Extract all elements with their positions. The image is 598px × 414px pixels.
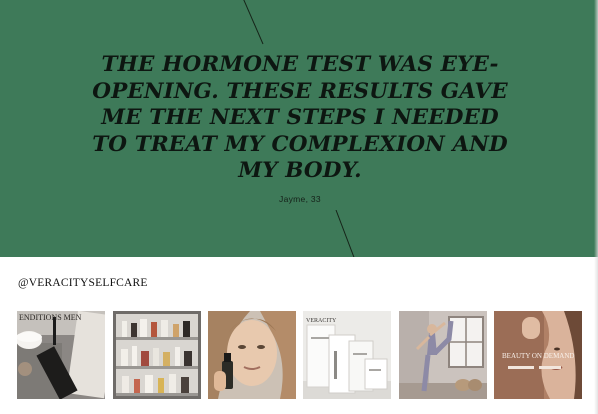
post-image-text: BEAUTY ON DEMAND [502, 352, 574, 360]
instagram-post-bathroom-shelf[interactable] [113, 311, 201, 399]
veracity-page: The hormone test was eye-opening. These … [0, 0, 598, 414]
post-image-text: ENDITIONS MEN [19, 313, 82, 322]
instagram-post-beauty-on-demand[interactable]: BEAUTY ON DEMAND [494, 311, 582, 399]
post-thumbnail-image: VERACITY [303, 311, 391, 399]
instagram-post-skincare-flatlay[interactable]: ENDITIONS MEN [17, 311, 105, 399]
post-image-text: VERACITY [306, 318, 337, 324]
instagram-post-product-boxes[interactable]: VERACITY [303, 311, 391, 399]
testimonial-section: The hormone test was eye-opening. These … [0, 0, 598, 257]
post-thumbnail-image [113, 311, 201, 399]
post-thumbnail-image: BEAUTY ON DEMAND [494, 311, 582, 399]
testimonial-author: Jayme, 33 [279, 194, 321, 204]
diagonal-line-decoration-top [243, 0, 264, 45]
post-thumbnail-image [208, 311, 296, 399]
instagram-feed: ENDITIONS MEN VERACITY BEAUTY ON DEMAND [17, 311, 598, 399]
instagram-post-model-serum[interactable] [208, 311, 296, 399]
post-thumbnail-image [399, 311, 487, 399]
post-thumbnail-image: ENDITIONS MEN [17, 311, 105, 399]
instagram-handle-link[interactable]: @VERACITYSELFCARE [18, 277, 148, 289]
instagram-post-yoga[interactable] [399, 311, 487, 399]
testimonial-quote: The hormone test was eye-opening. These … [92, 52, 508, 183]
diagonal-line-decoration-bottom [335, 210, 355, 257]
